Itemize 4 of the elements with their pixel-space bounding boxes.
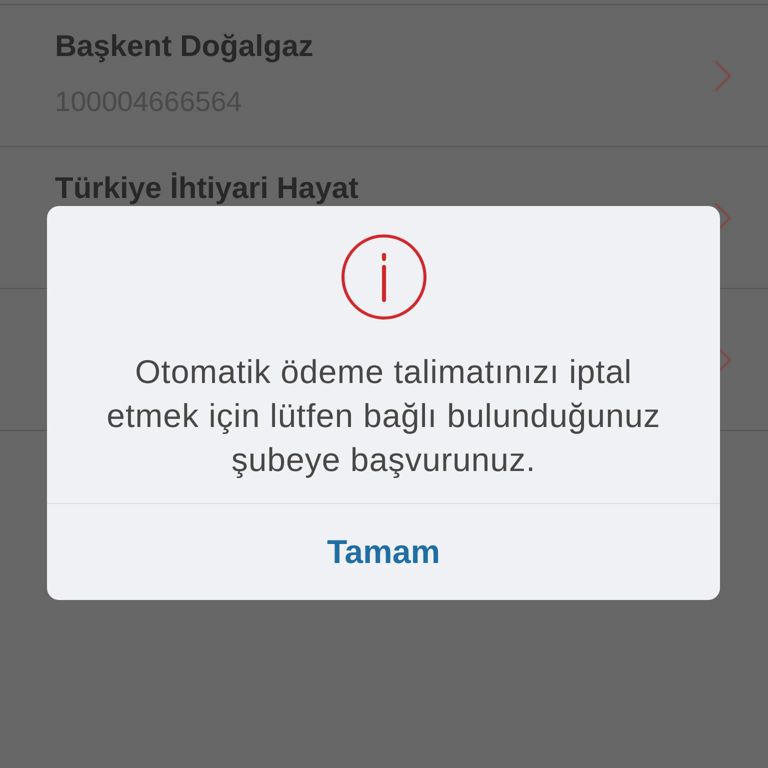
row-title: Başkent Doğalgaz — [55, 34, 314, 60]
ok-button[interactable]: Tamam — [47, 504, 720, 600]
info-icon — [340, 234, 426, 320]
dialog-message: Otomatik ödeme talimatınızı iptal etmek için lütfen bağlı bulunduğunuz şubeye başvurunuz. — [106, 352, 662, 480]
